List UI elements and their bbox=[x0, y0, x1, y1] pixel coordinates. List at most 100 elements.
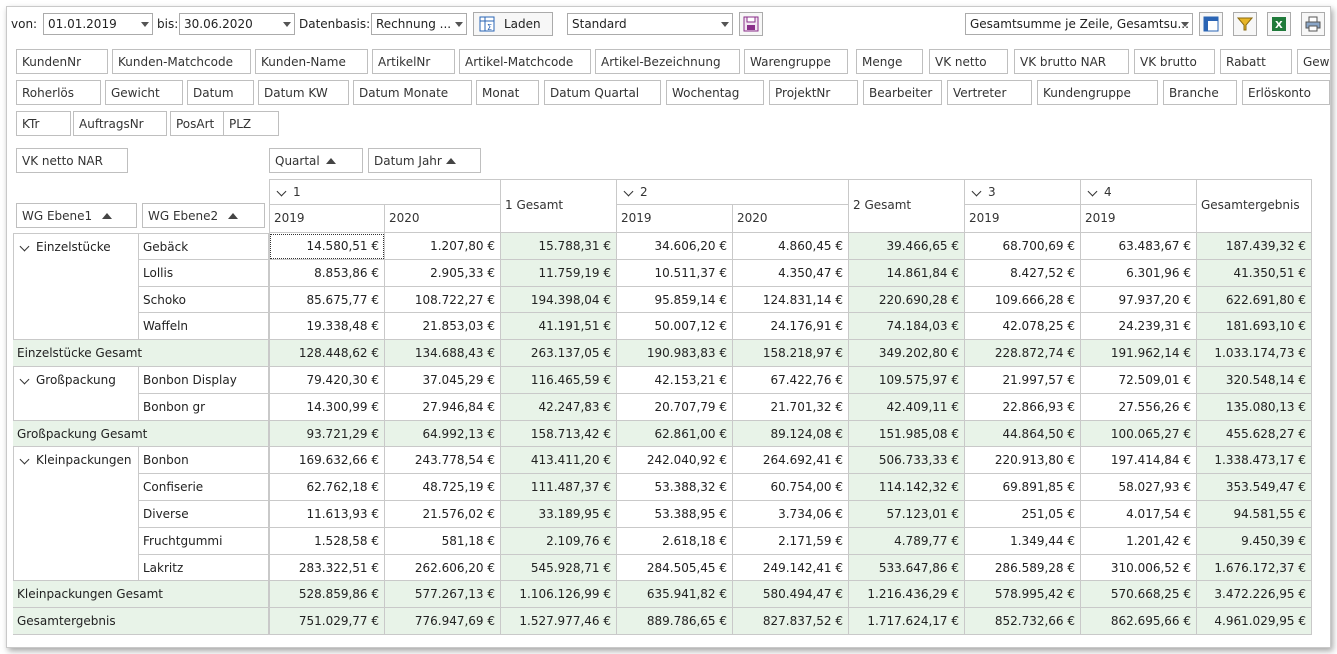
bis-date-picker[interactable]: 30.06.2020 bbox=[179, 13, 295, 35]
row-lollis-value[interactable]: 14.861,84 € bbox=[849, 260, 965, 287]
group-total-value[interactable]: 158.713,42 € bbox=[501, 421, 617, 447]
save-layout-button[interactable] bbox=[739, 12, 763, 36]
row-bonbon-display-value[interactable]: 37.045,29 € bbox=[385, 367, 501, 394]
chevron-down-icon[interactable] bbox=[19, 241, 30, 252]
column-field-datum-jahr[interactable]: Datum Jahr bbox=[368, 148, 481, 173]
row-fruchtgummi-value[interactable]: 1.528,58 € bbox=[269, 528, 385, 555]
row-bonbon-display-value[interactable]: 67.422,76 € bbox=[733, 367, 849, 394]
row-waffeln-value[interactable]: 74.184,03 € bbox=[849, 313, 965, 340]
grand-total-value[interactable]: 1.717.624,17 € bbox=[849, 608, 965, 635]
group-total-value[interactable]: 128.448,62 € bbox=[269, 340, 385, 367]
group-total-value[interactable]: 580.494,47 € bbox=[733, 581, 849, 608]
row-diverse-value[interactable]: 11.613,93 € bbox=[269, 501, 385, 528]
row-waffeln-value[interactable]: 24.239,31 € bbox=[1081, 313, 1197, 340]
field-chip-artikelnr[interactable]: ArtikelNr bbox=[372, 49, 455, 74]
field-chip-artikel-bezeichnung[interactable]: Artikel-Bezeichnung bbox=[595, 49, 740, 74]
row-waffeln-value[interactable]: 50.007,12 € bbox=[617, 313, 733, 340]
group-total-value[interactable]: 64.992,13 € bbox=[385, 421, 501, 447]
row-bonbon-display-value[interactable]: 116.465,59 € bbox=[501, 367, 617, 394]
filter-button[interactable] bbox=[1233, 12, 1257, 36]
row-bonbon-value[interactable]: 506.733,33 € bbox=[849, 447, 965, 474]
field-chip-monat[interactable]: Monat bbox=[476, 80, 539, 105]
row-gebäck-value[interactable]: 34.606,20 € bbox=[617, 233, 733, 260]
row-gebäck-value[interactable]: 39.466,65 € bbox=[849, 233, 965, 260]
field-chip-kundengruppe[interactable]: Kundengruppe bbox=[1037, 80, 1158, 105]
row-bonbon-gr-value[interactable]: 42.409,11 € bbox=[849, 394, 965, 421]
row-lollis-value[interactable]: 6.301,96 € bbox=[1081, 260, 1197, 287]
print-button[interactable] bbox=[1301, 12, 1325, 36]
row-lakritz-value[interactable]: 284.505,45 € bbox=[617, 555, 733, 581]
field-chip-ktr[interactable]: KTr bbox=[16, 111, 71, 136]
row-lollis-value[interactable]: 2.905,33 € bbox=[385, 260, 501, 287]
grand-total-value[interactable]: 862.695,66 € bbox=[1081, 608, 1197, 635]
group-total-value[interactable]: 528.859,86 € bbox=[269, 581, 385, 608]
group-total-value[interactable]: 570.668,25 € bbox=[1081, 581, 1197, 608]
row-fruchtgummi-value[interactable]: 2.618,18 € bbox=[617, 528, 733, 555]
row-fruchtgummi-value[interactable]: 581,18 € bbox=[385, 528, 501, 555]
row-bonbon-value[interactable]: 264.692,41 € bbox=[733, 447, 849, 474]
row-waffeln-value[interactable]: 24.176,91 € bbox=[733, 313, 849, 340]
row-bonbon-display-value[interactable]: 42.153,21 € bbox=[617, 367, 733, 394]
totals-select[interactable]: Gesamtsumme je Zeile, Gesamtsu... bbox=[965, 13, 1193, 35]
field-chip-projektnr[interactable]: ProjektNr bbox=[769, 80, 858, 105]
group-total-value[interactable]: 1.216.436,29 € bbox=[849, 581, 965, 608]
row-fruchtgummi-value[interactable]: 1.201,42 € bbox=[1081, 528, 1197, 555]
row-diverse-value[interactable]: 4.017,54 € bbox=[1081, 501, 1197, 528]
field-chip-kundennr[interactable]: KundenNr bbox=[16, 49, 108, 74]
field-chip-datum-kw[interactable]: Datum KW bbox=[258, 80, 349, 105]
row-schoko-value[interactable]: 108.722,27 € bbox=[385, 287, 501, 313]
row-schoko-value[interactable]: 622.691,80 € bbox=[1197, 287, 1312, 313]
group-total-value[interactable]: 134.688,43 € bbox=[385, 340, 501, 367]
field-chip-datum-monate[interactable]: Datum Monate bbox=[353, 80, 472, 105]
row-gebäck-value[interactable]: 4.860,45 € bbox=[733, 233, 849, 260]
row-confiserie-value[interactable]: 48.725,19 € bbox=[385, 474, 501, 501]
row-fruchtgummi-value[interactable]: 4.789,77 € bbox=[849, 528, 965, 555]
row-bonbon-value[interactable]: 413.411,20 € bbox=[501, 447, 617, 474]
group-total-value[interactable]: 158.218,97 € bbox=[733, 340, 849, 367]
row-lollis-value[interactable]: 4.350,47 € bbox=[733, 260, 849, 287]
chevron-down-icon[interactable] bbox=[276, 186, 287, 197]
group-total-value[interactable]: 62.861,00 € bbox=[617, 421, 733, 447]
grand-total-value[interactable]: 751.029,77 € bbox=[269, 608, 385, 635]
field-chip-vertreter[interactable]: Vertreter bbox=[947, 80, 1032, 105]
row-lakritz-value[interactable]: 310.006,52 € bbox=[1081, 555, 1197, 581]
field-chip-warengruppe[interactable]: Warengruppe bbox=[744, 49, 848, 74]
group-kleinpackungen[interactable]: Kleinpackungen bbox=[13, 447, 139, 581]
group-total-value[interactable]: 263.137,05 € bbox=[501, 340, 617, 367]
row-lakritz-value[interactable]: 1.676.172,37 € bbox=[1197, 555, 1312, 581]
row-bonbon-display-value[interactable]: 320.548,14 € bbox=[1197, 367, 1312, 394]
field-chip-vk-brutto[interactable]: VK brutto bbox=[1134, 49, 1215, 74]
row-bonbon-gr-value[interactable]: 22.866,93 € bbox=[965, 394, 1081, 421]
row-confiserie-value[interactable]: 60.754,00 € bbox=[733, 474, 849, 501]
row-lakritz-value[interactable]: 249.142,41 € bbox=[733, 555, 849, 581]
row-bonbon-display-value[interactable]: 21.997,57 € bbox=[965, 367, 1081, 394]
field-chip-gewin[interactable]: Gewin bbox=[1297, 49, 1330, 74]
column-field-quartal[interactable]: Quartal bbox=[269, 148, 363, 173]
row-confiserie-value[interactable]: 62.762,18 € bbox=[269, 474, 385, 501]
group-total-value[interactable]: 578.995,42 € bbox=[965, 581, 1081, 608]
group-total-value[interactable]: 190.983,83 € bbox=[617, 340, 733, 367]
quarter-header[interactable]: 4 bbox=[1081, 179, 1197, 205]
group-total-value[interactable]: 151.985,08 € bbox=[849, 421, 965, 447]
group-total-value[interactable]: 577.267,13 € bbox=[385, 581, 501, 608]
row-lakritz-value[interactable]: 533.647,86 € bbox=[849, 555, 965, 581]
laden-button[interactable]: Σ Laden bbox=[473, 12, 553, 36]
row-diverse-value[interactable]: 53.388,95 € bbox=[617, 501, 733, 528]
chevron-down-icon[interactable] bbox=[623, 186, 634, 197]
layout-select[interactable]: Standard bbox=[567, 13, 733, 35]
row-schoko-value[interactable]: 95.859,14 € bbox=[617, 287, 733, 313]
field-chip-erlöskonto[interactable]: Erlöskonto bbox=[1242, 80, 1330, 105]
row-fruchtgummi-value[interactable]: 9.450,39 € bbox=[1197, 528, 1312, 555]
row-bonbon-display-value[interactable]: 79.420,30 € bbox=[269, 367, 385, 394]
field-chip-plz[interactable]: PLZ bbox=[223, 111, 279, 136]
row-schoko-value[interactable]: 97.937,20 € bbox=[1081, 287, 1197, 313]
group-total-value[interactable]: 191.962,14 € bbox=[1081, 340, 1197, 367]
row-bonbon-display-value[interactable]: 109.575,97 € bbox=[849, 367, 965, 394]
row-schoko-value[interactable]: 220.690,28 € bbox=[849, 287, 965, 313]
row-gebäck-value[interactable]: 15.788,31 € bbox=[501, 233, 617, 260]
grand-total-value[interactable]: 827.837,52 € bbox=[733, 608, 849, 635]
chevron-down-icon[interactable] bbox=[971, 186, 982, 197]
group-großpackung[interactable]: Großpackung bbox=[13, 367, 139, 421]
field-chip-branche[interactable]: Branche bbox=[1163, 80, 1237, 105]
row-gebäck-value[interactable]: 63.483,67 € bbox=[1081, 233, 1197, 260]
